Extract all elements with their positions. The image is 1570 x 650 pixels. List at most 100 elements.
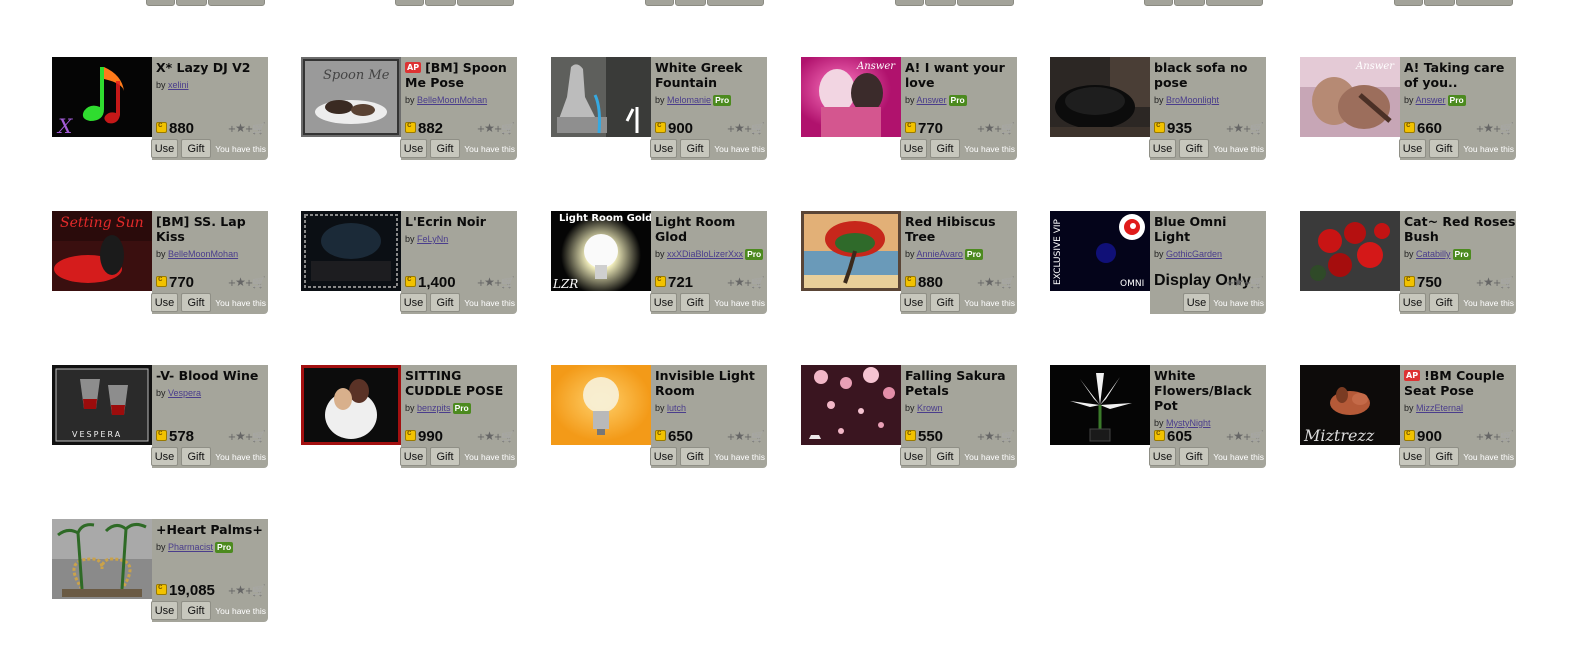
use-button[interactable] xyxy=(395,0,424,6)
product-thumbnail[interactable]: Spoon Me xyxy=(301,57,401,137)
product-card[interactable]: black sofa no pose by BroMoonlight 935 +★+🛒… xyxy=(1050,57,1266,160)
product-thumbnail[interactable]: VESPERA xyxy=(52,365,152,445)
gift-button[interactable]: Gift xyxy=(181,601,211,620)
use-button[interactable]: Use xyxy=(1399,139,1426,158)
product-thumbnail[interactable] xyxy=(1300,211,1400,291)
previous-row-buttons[interactable] xyxy=(1144,0,1264,6)
product-card[interactable]: Spoon Me AP [BM] Spoon Me Pose by BelleMoo… xyxy=(301,57,517,160)
use-button[interactable]: Use xyxy=(1149,447,1176,466)
product-card[interactable]: AnswerA! I want your loveby AnswerPro770… xyxy=(801,57,1017,160)
previous-row-buttons[interactable] xyxy=(895,0,1015,6)
creator-link[interactable]: Vespera xyxy=(168,388,201,398)
gift-button[interactable]: Gift xyxy=(1429,293,1459,312)
product-card[interactable]: Cat~ Red Roses Bush by CatabillyPro 750 +★+… xyxy=(1300,211,1516,314)
gift-button[interactable]: Gift xyxy=(930,293,960,312)
product-title[interactable]: Blue Omni Light xyxy=(1154,214,1266,244)
product-title[interactable]: Red Hibiscus Tree xyxy=(905,214,1017,244)
cart-icon[interactable]: 🛒 xyxy=(1001,276,1015,289)
product-thumbnail[interactable]: Answer xyxy=(801,57,901,137)
product-title[interactable]: AP !BM Couple Seat Pose xyxy=(1404,368,1516,398)
gift-button[interactable] xyxy=(425,0,456,6)
creator-link[interactable]: lutch xyxy=(667,403,686,413)
product-card[interactable]: +Heart Palms+ by PharmacistPro 19,085 +★+🛒 U… xyxy=(52,519,268,622)
cart-icon[interactable]: 🛒 xyxy=(501,122,515,135)
cart-icon[interactable]: 🛒 xyxy=(1500,276,1514,289)
gift-button[interactable] xyxy=(1174,0,1205,6)
creator-link[interactable]: BroMoonlight xyxy=(1166,95,1219,105)
product-title[interactable]: Light Room Glod xyxy=(655,214,767,244)
star-icon[interactable]: ★ xyxy=(1233,275,1244,289)
gift-button[interactable]: Gift xyxy=(430,139,460,158)
product-title[interactable]: [BM] SS. Lap Kiss xyxy=(156,214,268,244)
star-icon[interactable]: ★ xyxy=(1233,429,1244,443)
product-card[interactable]: VESPERA -V- Blood Wine by Vespera 578 +★+🛒 Us… xyxy=(52,365,268,468)
product-card[interactable]: Answer A! Taking care of you.. by Answer Pr… xyxy=(1300,57,1516,160)
product-title[interactable]: L'Ecrin Noir xyxy=(405,214,517,229)
product-card[interactable]: Red Hibiscus Tree by AnnieAvaroPro 880 +★+🛒… xyxy=(801,211,1017,314)
product-card[interactable]: EXCLUSIVE VIP OMNI Blue Omni Light by Goth… xyxy=(1050,211,1266,314)
product-title[interactable]: SITTING CUDDLE POSE xyxy=(405,368,517,398)
gift-button[interactable]: Gift xyxy=(930,447,960,466)
cart-icon[interactable]: 🛒 xyxy=(1001,430,1015,443)
creator-link[interactable]: BelleMoonMohan xyxy=(417,95,487,105)
use-button[interactable]: Use xyxy=(1149,139,1176,158)
cart-icon[interactable]: 🛒 xyxy=(252,584,266,597)
star-icon[interactable]: ★ xyxy=(1233,121,1244,135)
star-icon[interactable]: ★ xyxy=(984,275,995,289)
product-card[interactable]: White Greek Fountain by MelomaniePro 900 +★… xyxy=(551,57,767,160)
previous-row-buttons[interactable] xyxy=(146,0,266,6)
gift-button[interactable]: Gift xyxy=(430,293,460,312)
use-button[interactable] xyxy=(895,0,924,6)
use-button[interactable] xyxy=(645,0,674,6)
product-title[interactable]: White Flowers/Black Pot xyxy=(1154,368,1266,413)
product-thumbnail[interactable] xyxy=(551,57,651,137)
star-icon[interactable]: ★ xyxy=(235,429,246,443)
cart-icon[interactable]: 🛒 xyxy=(1250,122,1264,135)
use-button[interactable]: Use xyxy=(650,293,677,312)
product-title[interactable]: black sofa no pose xyxy=(1154,60,1266,90)
creator-link[interactable]: Pharmacist xyxy=(168,542,213,552)
cart-icon[interactable]: 🛒 xyxy=(1250,276,1264,289)
product-thumbnail[interactable]: Answer xyxy=(1300,57,1400,137)
cart-icon[interactable]: 🛒 xyxy=(1500,122,1514,135)
creator-link[interactable]: Krown xyxy=(917,403,943,413)
gift-button[interactable] xyxy=(1424,0,1455,6)
product-card[interactable]: Invisible Light Room by lutch 650 +★+🛒 UseGi… xyxy=(551,365,767,468)
use-button[interactable]: Use xyxy=(151,139,178,158)
gift-button[interactable]: Gift xyxy=(181,293,211,312)
previous-row-buttons[interactable] xyxy=(645,0,765,6)
use-button[interactable]: Use xyxy=(900,447,927,466)
gift-button[interactable] xyxy=(925,0,956,6)
product-card[interactable]: Miztrezz AP !BM Couple Seat Pose by MizzEte… xyxy=(1300,365,1516,468)
star-icon[interactable]: ★ xyxy=(734,429,745,443)
use-button[interactable] xyxy=(1394,0,1423,6)
use-button[interactable] xyxy=(146,0,175,6)
product-card[interactable]: L'Ecrin Noir by FeLyNn 1,400 +★+🛒 UseGift You… xyxy=(301,211,517,314)
use-button[interactable]: Use xyxy=(1399,293,1426,312)
star-icon[interactable]: ★ xyxy=(1483,121,1494,135)
star-icon[interactable]: ★ xyxy=(1483,275,1494,289)
product-card[interactable]: Light Room Gold LZR Light Room Glod by xxX… xyxy=(551,211,767,314)
use-button[interactable]: Use xyxy=(400,293,427,312)
product-thumbnail[interactable]: X xyxy=(52,57,152,137)
gift-button[interactable] xyxy=(675,0,706,6)
gift-button[interactable]: Gift xyxy=(1179,139,1209,158)
product-title[interactable]: AP [BM] Spoon Me Pose xyxy=(405,60,517,90)
star-icon[interactable]: ★ xyxy=(235,121,246,135)
use-button[interactable] xyxy=(1144,0,1173,6)
cart-icon[interactable]: 🛒 xyxy=(252,122,266,135)
gift-button[interactable]: Gift xyxy=(430,447,460,466)
product-title[interactable]: -V- Blood Wine xyxy=(156,368,268,383)
product-title[interactable]: X* Lazy DJ V2 xyxy=(156,60,268,75)
gift-button[interactable]: Gift xyxy=(680,293,710,312)
product-card[interactable]: Falling Sakura Petals by Krown 550 +★+🛒 UseG… xyxy=(801,365,1017,468)
cart-icon[interactable]: 🛒 xyxy=(751,430,765,443)
cart-icon[interactable]: 🛒 xyxy=(1500,430,1514,443)
star-icon[interactable]: ★ xyxy=(484,429,495,443)
product-title[interactable]: A! I want your love xyxy=(905,60,1017,90)
product-thumbnail[interactable] xyxy=(301,211,401,291)
gift-button[interactable]: Gift xyxy=(930,139,960,158)
product-thumbnail[interactable] xyxy=(1050,57,1150,137)
use-button[interactable]: Use xyxy=(400,447,427,466)
gift-button[interactable]: Gift xyxy=(181,447,211,466)
